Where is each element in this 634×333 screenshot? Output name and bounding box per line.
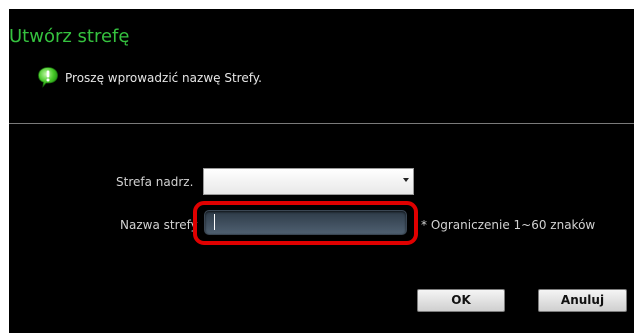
zone-name-hint: * Ograniczenie 1~60 znaków (421, 218, 596, 232)
header-divider (9, 123, 634, 124)
parent-zone-label: Strefa nadrz. (116, 175, 194, 189)
cancel-button[interactable]: Anuluj (538, 289, 627, 312)
dialog-header: Utwórz strefę Proszę wprowadzić nazwę St… (9, 9, 634, 123)
info-message: Proszę wprowadzić nazwę Strefy. (65, 71, 262, 85)
zone-name-label: Nazwa strefy (120, 218, 198, 232)
ok-button[interactable]: OK (417, 289, 505, 312)
dialog-title: Utwórz strefę (9, 26, 130, 47)
create-zone-dialog: Utwórz strefę Proszę wprowadzić nazwę St… (9, 9, 634, 333)
text-caret (214, 214, 215, 230)
zone-name-input[interactable] (204, 210, 407, 235)
parent-zone-select[interactable] (203, 168, 414, 195)
info-bubble-icon (38, 67, 58, 88)
chevron-down-icon (403, 178, 409, 182)
